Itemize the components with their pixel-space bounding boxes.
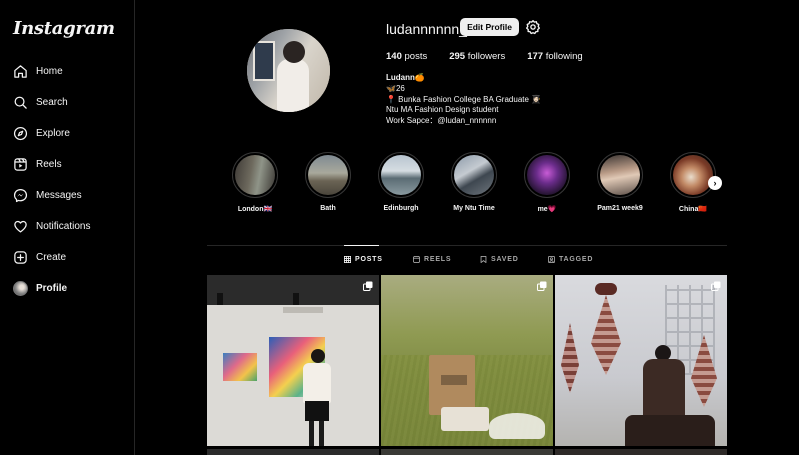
heart-icon: [12, 218, 28, 234]
bio-line: 📍 Bunka Fashion College BA Graduate 👩🏻‍🎓: [386, 94, 542, 104]
sidebar-item-reels[interactable]: Reels: [12, 153, 62, 175]
username: ludannnnnn_: [386, 21, 467, 37]
post-thumbnail[interactable]: [207, 275, 379, 446]
profile-picture[interactable]: [247, 29, 330, 112]
sidebar-item-search[interactable]: Search: [12, 91, 68, 113]
bio-line: 🦋26: [386, 83, 405, 93]
tag-icon: [548, 256, 556, 264]
highlight-pam21-week9[interactable]: Pam21 week9: [597, 152, 643, 212]
sidebar-item-label: Explore: [36, 127, 70, 139]
profile-bio: Ludann🍊 🦋26 📍 Bunka Fashion College BA G…: [386, 73, 541, 127]
highlight-me[interactable]: me💗: [524, 152, 570, 213]
multiple-images-icon: [363, 281, 373, 291]
compass-icon: [12, 125, 28, 141]
highlight-label: China🇨🇳: [678, 206, 708, 213]
tab-saved[interactable]: SAVED: [480, 256, 519, 263]
messenger-icon: [12, 187, 28, 203]
sidebar: Instagram Home Search Explore Reels Mess…: [0, 0, 135, 455]
highlight-my-ntu-time[interactable]: My Ntu Time: [451, 152, 497, 212]
sidebar-item-messages[interactable]: Messages: [12, 184, 82, 206]
highlight-edinburgh[interactable]: Edinburgh: [378, 152, 424, 212]
bio-line: Ntu MA Fashion Design student: [386, 105, 499, 115]
tab-reels[interactable]: REELS: [413, 256, 451, 264]
following-link[interactable]: 177 following: [527, 51, 582, 62]
sidebar-item-profile[interactable]: Profile: [12, 277, 67, 299]
profile-stats: 140 posts 295 followers 177 following: [386, 51, 605, 62]
highlight-bath[interactable]: Bath: [305, 152, 351, 212]
instagram-logo[interactable]: Instagram: [13, 18, 115, 39]
highlight-china[interactable]: China🇨🇳: [670, 152, 716, 213]
sidebar-item-label: Messages: [36, 189, 82, 201]
multiple-images-icon: [537, 281, 547, 291]
post-thumbnail[interactable]: [381, 275, 553, 446]
grid-icon: [344, 256, 352, 264]
bio-line[interactable]: Work Sapce：@ludan_nnnnnn: [386, 116, 541, 127]
plus-square-icon: [12, 249, 28, 265]
chevron-right-icon[interactable]: ›: [708, 176, 722, 190]
sidebar-item-label: Profile: [36, 282, 68, 294]
followers-link[interactable]: 295 followers: [449, 51, 505, 62]
sidebar-item-label: Notifications: [36, 220, 91, 232]
search-icon: [12, 94, 28, 110]
tab-posts[interactable]: POSTS: [344, 256, 383, 264]
highlight-london[interactable]: London🇬🇧: [232, 152, 278, 213]
sidebar-item-explore[interactable]: Explore: [12, 122, 70, 144]
sidebar-item-notifications[interactable]: Notifications: [12, 215, 90, 237]
active-tab-indicator: [344, 245, 379, 246]
sidebar-item-label: Reels: [36, 158, 62, 170]
post-thumbnail[interactable]: [555, 449, 727, 455]
sidebar-item-create[interactable]: Create: [12, 246, 66, 268]
multiple-images-icon: [711, 281, 721, 291]
edit-profile-button[interactable]: Edit Profile: [460, 18, 519, 36]
tab-tagged[interactable]: TAGGED: [548, 256, 593, 264]
reels-icon: [12, 156, 28, 172]
post-thumbnail[interactable]: [381, 449, 553, 455]
settings-gear-icon[interactable]: [525, 19, 541, 35]
sidebar-item-label: Search: [36, 96, 68, 108]
sidebar-item-label: Home: [36, 65, 63, 77]
post-thumbnail[interactable]: [555, 275, 727, 446]
avatar: [12, 280, 28, 296]
home-icon: [12, 63, 28, 79]
posts-count: 140 posts: [386, 51, 428, 62]
sidebar-item-home[interactable]: Home: [12, 60, 63, 82]
reels-icon: [413, 256, 421, 264]
tabs-divider: [207, 245, 727, 246]
sidebar-item-label: Create: [36, 251, 67, 263]
bookmark-icon: [480, 256, 487, 263]
post-thumbnail[interactable]: [207, 449, 379, 455]
bio-name: Ludann🍊: [386, 73, 425, 82]
